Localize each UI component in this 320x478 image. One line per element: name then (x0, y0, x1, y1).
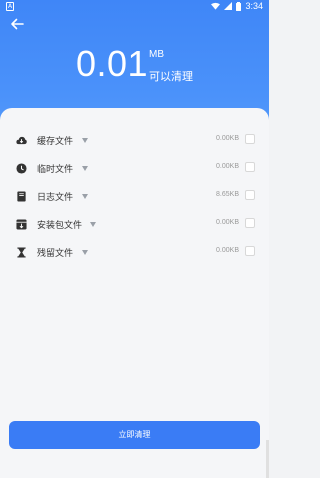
item-checkbox[interactable] (245, 246, 255, 256)
back-arrow-icon[interactable] (9, 16, 25, 32)
battery-icon (236, 1, 242, 11)
item-size: 0.00KB (216, 219, 239, 226)
item-checkbox[interactable] (245, 134, 255, 144)
log-book-icon (17, 191, 26, 202)
item-checkbox[interactable] (245, 190, 255, 200)
package-icon (16, 219, 27, 230)
chevron-down-icon[interactable] (82, 138, 88, 143)
scrollbar[interactable] (266, 440, 269, 478)
clean-now-button[interactable]: 立即清理 (9, 421, 260, 449)
chevron-down-icon[interactable] (82, 250, 88, 255)
item-label: 缓存文件 (37, 137, 74, 147)
list-item-package[interactable]: 安装包文件 0.00KB (0, 212, 269, 240)
cleanable-size-unit: MB (149, 49, 164, 60)
wifi-icon (211, 2, 221, 10)
chevron-down-icon[interactable] (82, 194, 88, 199)
item-label: 临时文件 (37, 165, 74, 175)
chevron-down-icon[interactable] (90, 222, 96, 227)
item-label: 安装包文件 (37, 221, 83, 231)
cleanable-size-value: 0.01 (76, 43, 149, 84)
item-size: 8.65KB (216, 191, 239, 198)
clock-icon (16, 163, 27, 174)
hourglass-icon (17, 247, 26, 258)
item-size: 0.00KB (216, 163, 239, 170)
notification-icon: A (6, 2, 14, 11)
item-checkbox[interactable] (245, 162, 255, 172)
clock-time: 3:34 (245, 1, 263, 11)
list-item-temp[interactable]: 临时文件 0.00KB (0, 156, 269, 184)
item-size: 0.00KB (216, 247, 239, 254)
cloud-download-icon (16, 136, 27, 145)
cleanable-subtitle: 可以清理 (149, 70, 193, 83)
status-bar: A 3:34 (0, 0, 269, 14)
chevron-down-icon[interactable] (82, 166, 88, 171)
item-checkbox[interactable] (245, 218, 255, 228)
signal-icon (224, 2, 233, 10)
item-label: 残留文件 (37, 249, 74, 259)
item-size: 0.00KB (216, 135, 239, 142)
item-label: 日志文件 (37, 193, 74, 203)
list-item-cache[interactable]: 缓存文件 0.00KB (0, 128, 269, 156)
list-item-residual[interactable]: 残留文件 0.00KB (0, 240, 269, 268)
list-item-log[interactable]: 日志文件 8.65KB (0, 184, 269, 212)
